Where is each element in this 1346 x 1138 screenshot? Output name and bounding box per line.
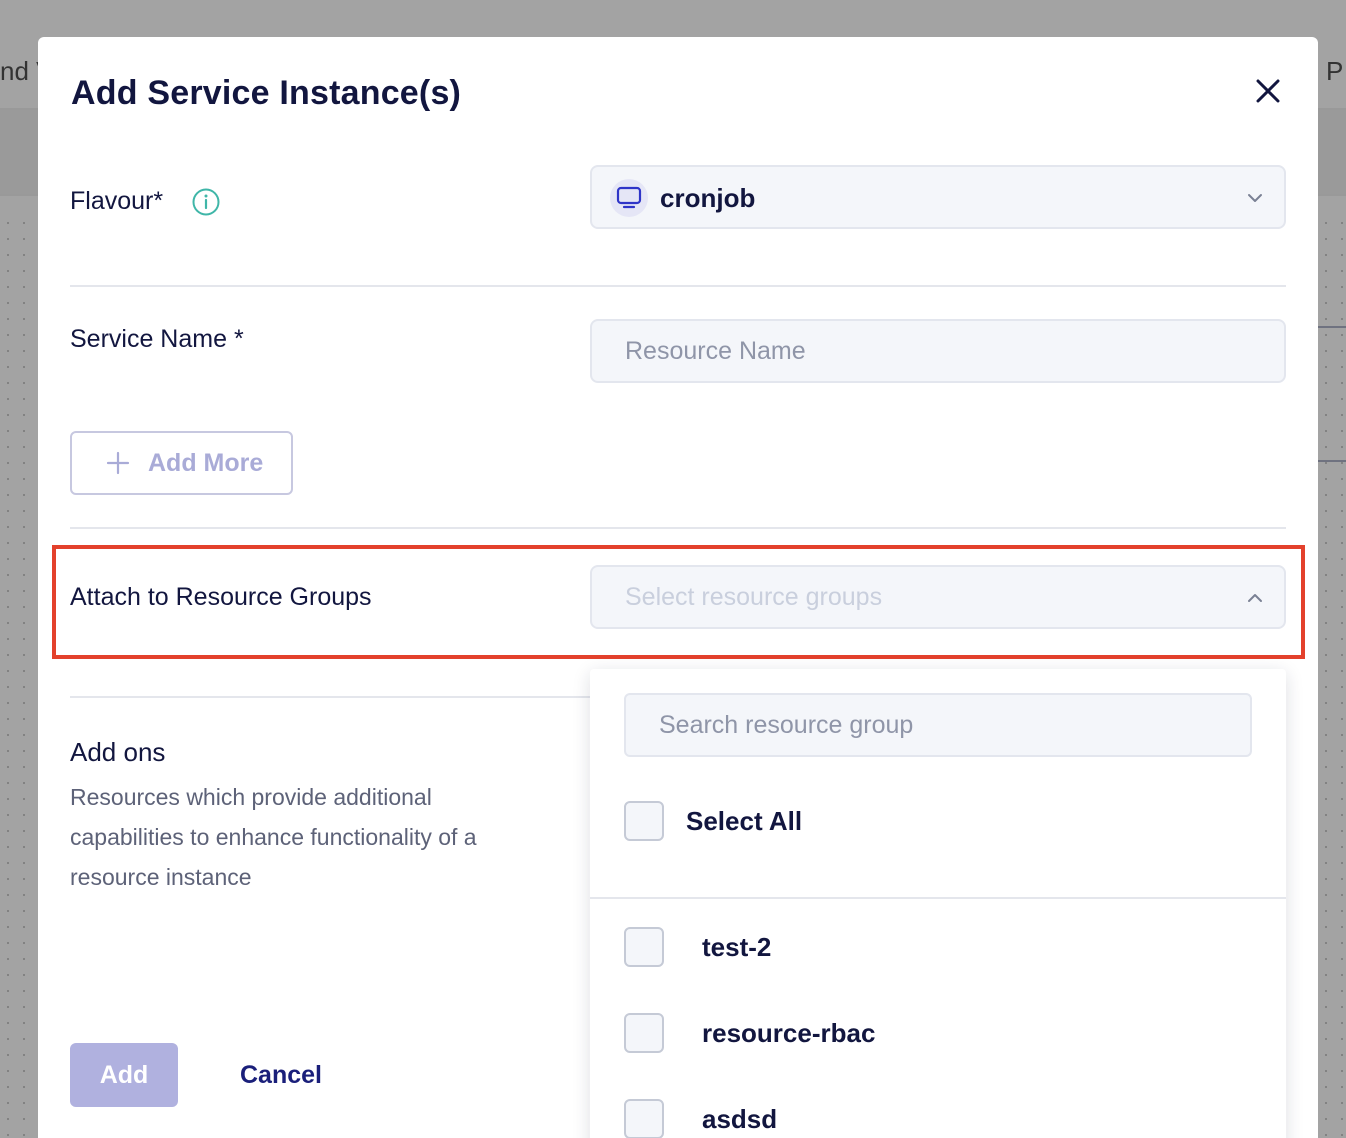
background-divider bbox=[1318, 326, 1346, 328]
resource-group-label: test-2 bbox=[702, 931, 772, 962]
select-all-option[interactable]: Select All bbox=[624, 801, 802, 841]
section-divider bbox=[70, 527, 1286, 529]
section-divider bbox=[70, 696, 590, 698]
dropdown-divider bbox=[590, 897, 1286, 899]
flavour-value: cronjob bbox=[660, 183, 756, 213]
close-icon bbox=[1256, 79, 1280, 103]
cancel-button[interactable]: Cancel bbox=[240, 1061, 322, 1090]
resource-group-option[interactable]: resource-rbac bbox=[624, 1013, 875, 1053]
add-more-label: Add More bbox=[148, 448, 264, 477]
resource-group-label: asdsd bbox=[702, 1103, 778, 1134]
select-all-checkbox[interactable] bbox=[624, 801, 664, 841]
monitor-icon bbox=[610, 179, 648, 217]
addons-title: Add ons bbox=[70, 737, 166, 767]
resource-group-label: resource-rbac bbox=[702, 1017, 876, 1048]
resource-groups-select[interactable]: Select resource groups bbox=[590, 565, 1286, 629]
search-resource-group-input[interactable]: Search resource group bbox=[624, 693, 1252, 757]
modal-title: Add Service Instance(s) bbox=[71, 74, 462, 112]
close-button[interactable] bbox=[1250, 73, 1286, 109]
resource-groups-label: Attach to Resource Groups bbox=[70, 583, 372, 611]
resource-group-checkbox[interactable] bbox=[624, 1099, 664, 1138]
info-icon[interactable] bbox=[191, 187, 221, 217]
resource-group-checkbox[interactable] bbox=[624, 1013, 664, 1053]
chevron-up-icon bbox=[1248, 594, 1262, 602]
add-more-button[interactable]: Add More bbox=[70, 431, 293, 495]
background-text-right: P bbox=[1326, 56, 1344, 86]
service-name-label: Service Name * bbox=[70, 325, 244, 353]
resource-groups-placeholder: Select resource groups bbox=[625, 583, 883, 611]
addons-description: Resources which provide additional capab… bbox=[70, 784, 477, 890]
resource-groups-dropdown: Search resource group Select All test-2 … bbox=[590, 669, 1286, 1138]
background-divider bbox=[1318, 460, 1346, 462]
add-service-instance-modal: Add Service Instance(s) Flavour* cronjob… bbox=[38, 37, 1318, 1138]
section-divider bbox=[70, 285, 1286, 287]
chevron-down-icon bbox=[1248, 194, 1262, 202]
add-button[interactable]: Add bbox=[70, 1043, 178, 1107]
flavour-label: Flavour* bbox=[70, 187, 164, 215]
resource-group-option[interactable]: test-2 bbox=[624, 927, 771, 967]
flavour-select[interactable]: cronjob bbox=[590, 165, 1286, 229]
plus-icon bbox=[106, 451, 130, 475]
select-all-label: Select All bbox=[686, 805, 803, 836]
background-canvas-right bbox=[1318, 215, 1346, 1138]
background-canvas-left bbox=[0, 215, 40, 1138]
service-name-input[interactable]: Resource Name bbox=[590, 319, 1286, 383]
resource-group-checkbox[interactable] bbox=[624, 927, 664, 967]
resource-group-option[interactable]: asdsd bbox=[624, 1099, 777, 1138]
